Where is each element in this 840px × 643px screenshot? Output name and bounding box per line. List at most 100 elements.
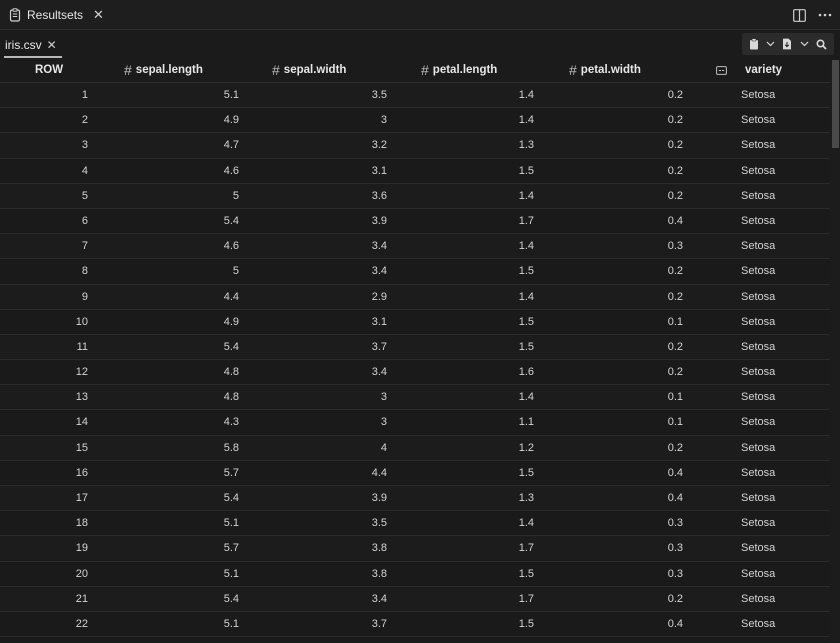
variety-cell[interactable]: Setosa xyxy=(741,184,821,208)
sepal-width-cell[interactable]: 3 xyxy=(268,410,387,434)
more-icon[interactable] xyxy=(818,13,832,17)
row-number-cell[interactable]: 22 xyxy=(0,612,88,636)
variety-cell[interactable]: Setosa xyxy=(741,83,821,107)
row-number-cell[interactable]: 21 xyxy=(0,587,88,611)
row-number-cell[interactable]: 1 xyxy=(0,83,88,107)
petal-width-cell[interactable]: 0.2 xyxy=(565,133,683,157)
variety-cell[interactable]: Setosa xyxy=(741,486,821,510)
petal-width-cell[interactable]: 0.2 xyxy=(565,159,683,183)
vertical-scrollbar[interactable] xyxy=(831,60,840,643)
table-row[interactable]: 22 5.1 3.7 1.5 0.4 Setosa xyxy=(0,611,830,638)
petal-width-cell[interactable]: 0.1 xyxy=(565,410,683,434)
sepal-length-cell[interactable]: 4.3 xyxy=(120,410,239,434)
sepal-length-cell[interactable]: 5.1 xyxy=(120,511,239,535)
sepal-width-cell[interactable]: 3.1 xyxy=(268,159,387,183)
petal-length-cell[interactable]: 1.5 xyxy=(416,259,534,283)
sepal-width-cell[interactable]: 3.7 xyxy=(268,612,387,636)
petal-length-cell[interactable]: 1.4 xyxy=(416,234,534,258)
chevron-down-icon[interactable] xyxy=(800,41,809,47)
row-number-cell[interactable]: 11 xyxy=(0,335,88,359)
sepal-length-cell[interactable]: 5.1 xyxy=(120,562,239,586)
petal-width-cell[interactable]: 0.4 xyxy=(565,209,683,233)
variety-cell[interactable]: Setosa xyxy=(741,587,821,611)
petal-length-cell[interactable]: 1.7 xyxy=(416,209,534,233)
petal-width-cell[interactable]: 0.3 xyxy=(565,234,683,258)
petal-length-cell[interactable]: 1.3 xyxy=(416,486,534,510)
sepal-length-cell[interactable]: 5 xyxy=(120,259,239,283)
variety-cell[interactable]: Setosa xyxy=(741,511,821,535)
row-number-cell[interactable]: 8 xyxy=(0,259,88,283)
table-row[interactable]: 6 5.4 3.9 1.7 0.4 Setosa xyxy=(0,208,830,235)
file-tab-iris[interactable]: iris.csv ✕ xyxy=(0,30,62,60)
table-row[interactable]: 4 4.6 3.1 1.5 0.2 Setosa xyxy=(0,158,830,184)
column-header-row[interactable]: ROW xyxy=(35,58,63,82)
variety-cell[interactable]: Setosa xyxy=(741,259,821,283)
sepal-width-cell[interactable]: 3.7 xyxy=(268,335,387,359)
row-number-cell[interactable]: 12 xyxy=(0,360,88,384)
variety-cell[interactable]: Setosa xyxy=(741,159,821,183)
row-number-cell[interactable]: 16 xyxy=(0,461,88,485)
close-icon[interactable]: ✕ xyxy=(93,7,104,23)
petal-width-cell[interactable]: 0.4 xyxy=(565,461,683,485)
close-icon[interactable]: ✕ xyxy=(47,38,57,52)
petal-length-cell[interactable]: 1.4 xyxy=(416,385,534,409)
sepal-length-cell[interactable]: 4.6 xyxy=(120,234,239,258)
table-row[interactable]: 15 5.8 4 1.2 0.2 Setosa xyxy=(0,435,830,461)
sepal-length-cell[interactable]: 5.1 xyxy=(120,83,239,107)
column-header-sepal-width[interactable]: # sepal.width xyxy=(272,58,346,82)
petal-width-cell[interactable]: 0.4 xyxy=(565,612,683,636)
sepal-length-cell[interactable]: 5.7 xyxy=(120,536,239,560)
table-row[interactable]: 14 4.3 3 1.1 0.1 Setosa xyxy=(0,410,830,436)
petal-length-cell[interactable]: 1.3 xyxy=(416,133,534,157)
column-header-sepal-length[interactable]: # sepal.length xyxy=(124,58,203,82)
table-row[interactable]: 7 4.6 3.4 1.4 0.3 Setosa xyxy=(0,234,830,260)
petal-length-cell[interactable]: 1.5 xyxy=(416,461,534,485)
row-number-cell[interactable]: 4 xyxy=(0,159,88,183)
export-file-icon[interactable] xyxy=(782,38,792,50)
petal-length-cell[interactable]: 1.7 xyxy=(416,536,534,560)
sepal-length-cell[interactable]: 4.7 xyxy=(120,133,239,157)
split-editor-icon[interactable] xyxy=(793,8,806,22)
table-row[interactable]: 16 5.7 4.4 1.5 0.4 Setosa xyxy=(0,460,830,486)
table-row[interactable]: 11 5.4 3.7 1.5 0.2 Setosa xyxy=(0,334,830,361)
petal-width-cell[interactable]: 0.2 xyxy=(565,83,683,107)
petal-length-cell[interactable]: 1.5 xyxy=(416,310,534,334)
table-row[interactable]: 3 4.7 3.2 1.3 0.2 Setosa xyxy=(0,133,830,159)
sepal-width-cell[interactable]: 4 xyxy=(268,436,387,460)
resultsets-tab[interactable]: Resultsets ✕ xyxy=(0,0,108,30)
petal-length-cell[interactable]: 1.4 xyxy=(416,83,534,107)
sepal-width-cell[interactable]: 4.4 xyxy=(268,461,387,485)
petal-width-cell[interactable]: 0.1 xyxy=(565,310,683,334)
petal-length-cell[interactable]: 1.7 xyxy=(416,587,534,611)
petal-width-cell[interactable]: 0.2 xyxy=(565,259,683,283)
variety-cell[interactable]: Setosa xyxy=(741,360,821,384)
table-row[interactable]: 1 5.1 3.5 1.4 0.2 Setosa xyxy=(0,83,830,109)
petal-length-cell[interactable]: 1.6 xyxy=(416,360,534,384)
petal-width-cell[interactable]: 0.2 xyxy=(565,108,683,132)
petal-length-cell[interactable]: 1.1 xyxy=(416,410,534,434)
sepal-width-cell[interactable]: 3 xyxy=(268,385,387,409)
row-number-cell[interactable]: 20 xyxy=(0,562,88,586)
scrollbar-thumb[interactable] xyxy=(832,60,839,148)
row-number-cell[interactable]: 3 xyxy=(0,133,88,157)
petal-width-cell[interactable]: 0.1 xyxy=(565,385,683,409)
sepal-length-cell[interactable]: 4.9 xyxy=(120,310,239,334)
variety-cell[interactable]: Setosa xyxy=(741,335,821,359)
table-row[interactable]: 8 5 3.4 1.5 0.2 Setosa xyxy=(0,259,830,285)
row-number-cell[interactable]: 19 xyxy=(0,536,88,560)
petal-width-cell[interactable]: 0.2 xyxy=(565,285,683,309)
table-row[interactable]: 13 4.8 3 1.4 0.1 Setosa xyxy=(0,385,830,411)
petal-length-cell[interactable]: 1.5 xyxy=(416,159,534,183)
row-number-cell[interactable]: 7 xyxy=(0,234,88,258)
sepal-length-cell[interactable]: 5.4 xyxy=(120,486,239,510)
variety-cell[interactable]: Setosa xyxy=(741,562,821,586)
chevron-down-icon[interactable] xyxy=(766,41,775,47)
petal-length-cell[interactable]: 1.4 xyxy=(416,108,534,132)
sepal-length-cell[interactable]: 5 xyxy=(120,184,239,208)
variety-cell[interactable]: Setosa xyxy=(741,612,821,636)
sepal-length-cell[interactable]: 5.1 xyxy=(120,612,239,636)
variety-cell[interactable]: Setosa xyxy=(741,461,821,485)
sepal-length-cell[interactable]: 4.6 xyxy=(120,159,239,183)
petal-length-cell[interactable]: 1.5 xyxy=(416,612,534,636)
petal-width-cell[interactable]: 0.4 xyxy=(565,486,683,510)
